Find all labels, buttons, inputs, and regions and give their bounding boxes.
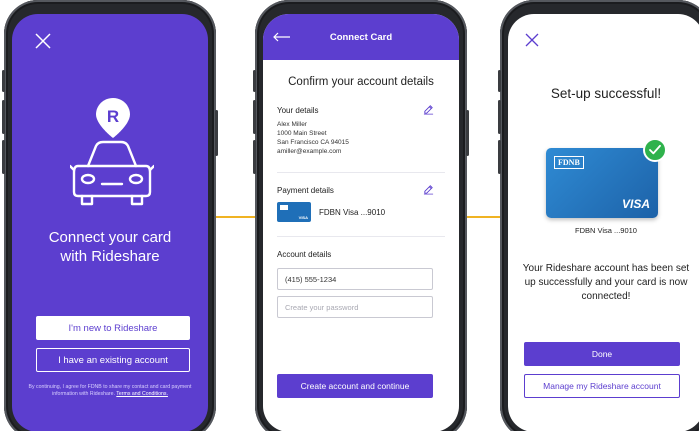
- user-city: San Francisco CA 94015: [277, 139, 349, 146]
- success-heading: Set-up successful!: [550, 86, 662, 101]
- phone-frame-1: R Connect your card with Rideshare I'm n…: [2, 0, 218, 431]
- card-brand: VISA: [298, 215, 308, 220]
- phone-frame-3: Set-up successful! FDNB VISA FDBN Visa .…: [498, 0, 699, 431]
- create-account-button[interactable]: Create account and continue: [277, 374, 433, 398]
- divider: [277, 236, 445, 237]
- legal-disclaimer: By continuing, I agree for FDNB to share…: [28, 384, 192, 397]
- flow-connector-1: [212, 216, 256, 218]
- existing-account-button[interactable]: I have an existing account: [36, 348, 190, 372]
- divider: [277, 172, 445, 173]
- edit-payment-icon[interactable]: [423, 184, 434, 195]
- bank-logo-icon: [280, 205, 288, 210]
- password-input[interactable]: Create your password: [277, 296, 433, 318]
- section-heading: Confirm your account details: [288, 76, 434, 88]
- success-message: Your Rideshare account has been set up s…: [522, 263, 690, 302]
- edit-details-icon[interactable]: [423, 104, 434, 115]
- payment-details-label: Payment details: [277, 186, 334, 195]
- done-button[interactable]: Done: [524, 342, 680, 366]
- checkmark-icon: [643, 138, 667, 162]
- your-details-label: Your details: [277, 106, 319, 115]
- credit-card-image: FDNB VISA: [546, 148, 658, 218]
- manage-account-button[interactable]: Manage my Rideshare account: [524, 374, 680, 398]
- close-icon[interactable]: [34, 32, 52, 50]
- address-block: Alex Miller 1000 Main Street San Francis…: [277, 120, 349, 156]
- card-caption: FDBN Visa ...9010: [575, 226, 637, 235]
- close-icon[interactable]: [524, 32, 540, 48]
- phone-frame-2: Connect Card Confirm your account detail…: [253, 0, 469, 431]
- user-street: 1000 Main Street: [277, 130, 327, 137]
- logo-letter: R: [107, 107, 119, 126]
- car-icon: [70, 140, 154, 206]
- rideshare-logo-pin-icon: R: [96, 98, 130, 138]
- header-title: Connect Card: [329, 32, 393, 43]
- new-user-button[interactable]: I'm new to Rideshare: [36, 316, 190, 340]
- bank-logo: FDNB: [554, 156, 584, 169]
- card-thumbnail: VISA: [277, 202, 311, 222]
- onboarding-screen: R Connect your card with Rideshare I'm n…: [12, 14, 208, 431]
- card-name: FDBN Visa ...9010: [319, 208, 386, 217]
- terms-link[interactable]: Terms and Conditions.: [116, 391, 168, 397]
- page-title: Connect your card with Rideshare: [48, 229, 172, 265]
- card-brand-logo: VISA: [621, 197, 650, 211]
- phone-input[interactable]: (415) 555-1234: [277, 268, 433, 290]
- account-details-label: Account details: [277, 250, 332, 259]
- confirm-details-screen: Connect Card Confirm your account detail…: [263, 14, 459, 431]
- user-email: amiller@example.com: [277, 148, 342, 155]
- success-screen: Set-up successful! FDNB VISA FDBN Visa .…: [508, 14, 699, 431]
- user-name: Alex Miller: [277, 121, 307, 128]
